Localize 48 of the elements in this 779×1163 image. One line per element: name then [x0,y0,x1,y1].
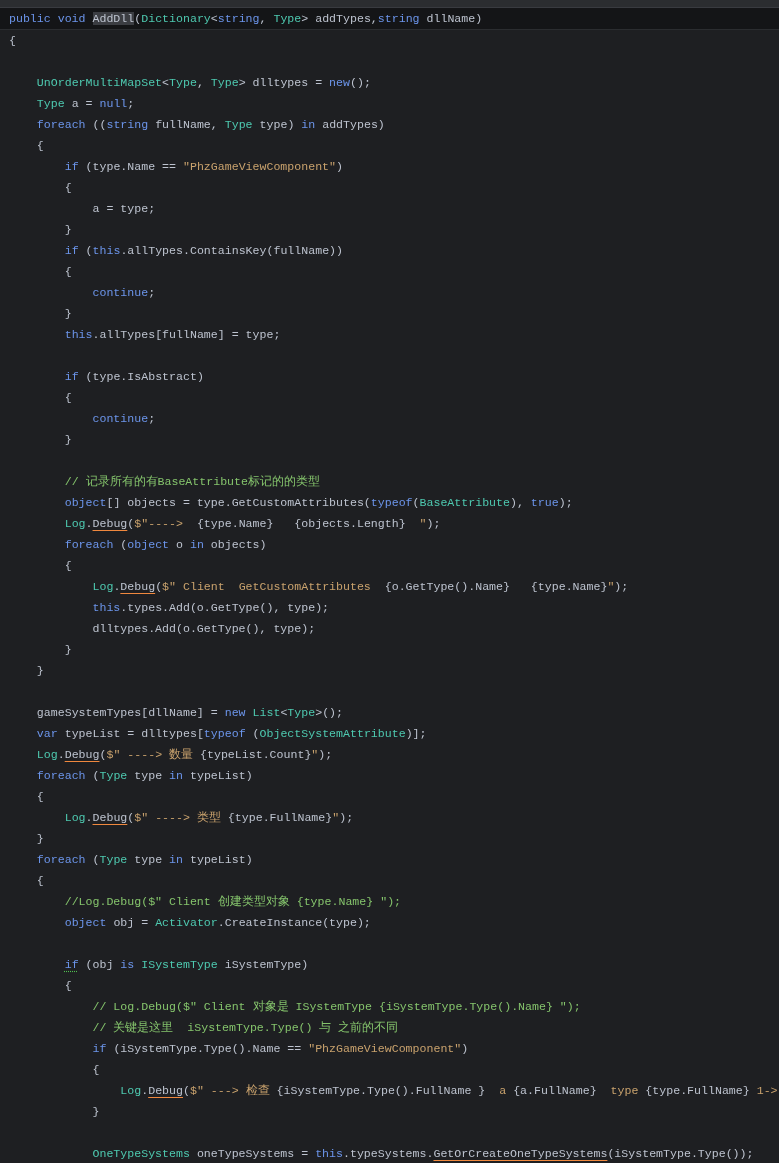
code-line: foreach (Type type in typeList) [35,768,254,784]
code-line: if (type.Name == "PhzGameViewComponent") [63,159,344,175]
code-line: foreach ((string fullName, Type type) in addTypes) [35,117,386,133]
code-line: { [63,390,73,406]
code-line: } [63,432,73,448]
code-line: foreach (Type type in typeList) [35,852,254,868]
code-line: { [35,789,45,805]
code-line: continue; [91,411,157,427]
code-line: } [63,642,73,658]
code-line: dlltypes.Add(o.GetType(), type); [91,621,317,637]
code-line: } [35,831,45,847]
code-line: { [63,558,73,574]
code-line: } [63,222,73,238]
code-line: Log.Debug($"----> {type.Name} {objects.Length} "); [63,516,442,532]
code-line: if (iSystemType.Type().Name == "PhzGameViewComponent") [91,1041,470,1057]
code-line: Log.Debug($" ----> 类型 {type.FullName}"); [63,810,355,826]
code-line: { [91,1062,101,1078]
code-line: Log.Debug($" ---> 检查 {iSystemType.Type().FullName } a {a.FullName} type {type.FullName} 1-> [119,1083,779,1099]
code-line: { [63,978,73,994]
code-line: Log.Debug($" Client GetCustomAttributes {o.GetType().Name} {type.Name}"); [91,579,630,595]
code-line: foreach (object o in objects) [63,537,268,553]
code-line: } [63,306,73,322]
code-line: } [91,1104,101,1120]
code-line: Log.Debug($" ----> 数量 {typeList.Count}"); [35,747,334,763]
code-line: { [63,264,73,280]
code-line: // 关键是这里 iSystemType.Type() 与 之前的不同 [91,1020,400,1036]
code-line: a = type; [91,201,157,217]
code-line: { [8,33,17,49]
code-line: { [35,873,45,889]
code-line: this.allTypes[fullName] = type; [63,327,282,343]
code-line: OneTypeSystems oneTypeSystems = this.typeSystems.GetOrCreateOneTypeSystems(iSystemType.Type()); [91,1146,755,1162]
code-line: object obj = Activator.CreateInstance(type); [63,915,372,931]
code-line: UnOrderMultiMapSet<Type, Type> dlltypes = new(); [35,75,372,91]
code-line: continue; [91,285,157,301]
code-line: this.types.Add(o.GetType(), type); [91,600,331,616]
code-line: { [35,138,45,154]
code-line: if (obj is ISystemType iSystemType) [63,957,310,973]
code-line: // Log.Debug($" Client 对象是 ISystemType {iSystemType.Type().Name} "); [91,999,582,1015]
code-line: //Log.Debug($" Client 创建类型对象 {type.Name} "); [63,894,403,910]
code-line: var typeList = dlltypes[typeof (ObjectSystemAttribute)]; [35,726,428,742]
code-line: gameSystemTypes[dllName] = new List<Type>(); [35,705,345,721]
code-line: // 记录所有的有BaseAttribute标记的的类型 [63,474,321,490]
code-line: Type a = null; [35,96,136,112]
code-line: } [35,663,45,679]
code-line: if (type.IsAbstract) [63,369,205,385]
code-line: { [63,180,73,196]
code-line: object[] objects = type.GetCustomAttributes(typeof(BaseAttribute), true); [63,495,574,511]
code-line: if (this.allTypes.ContainsKey(fullName)) [63,243,344,259]
